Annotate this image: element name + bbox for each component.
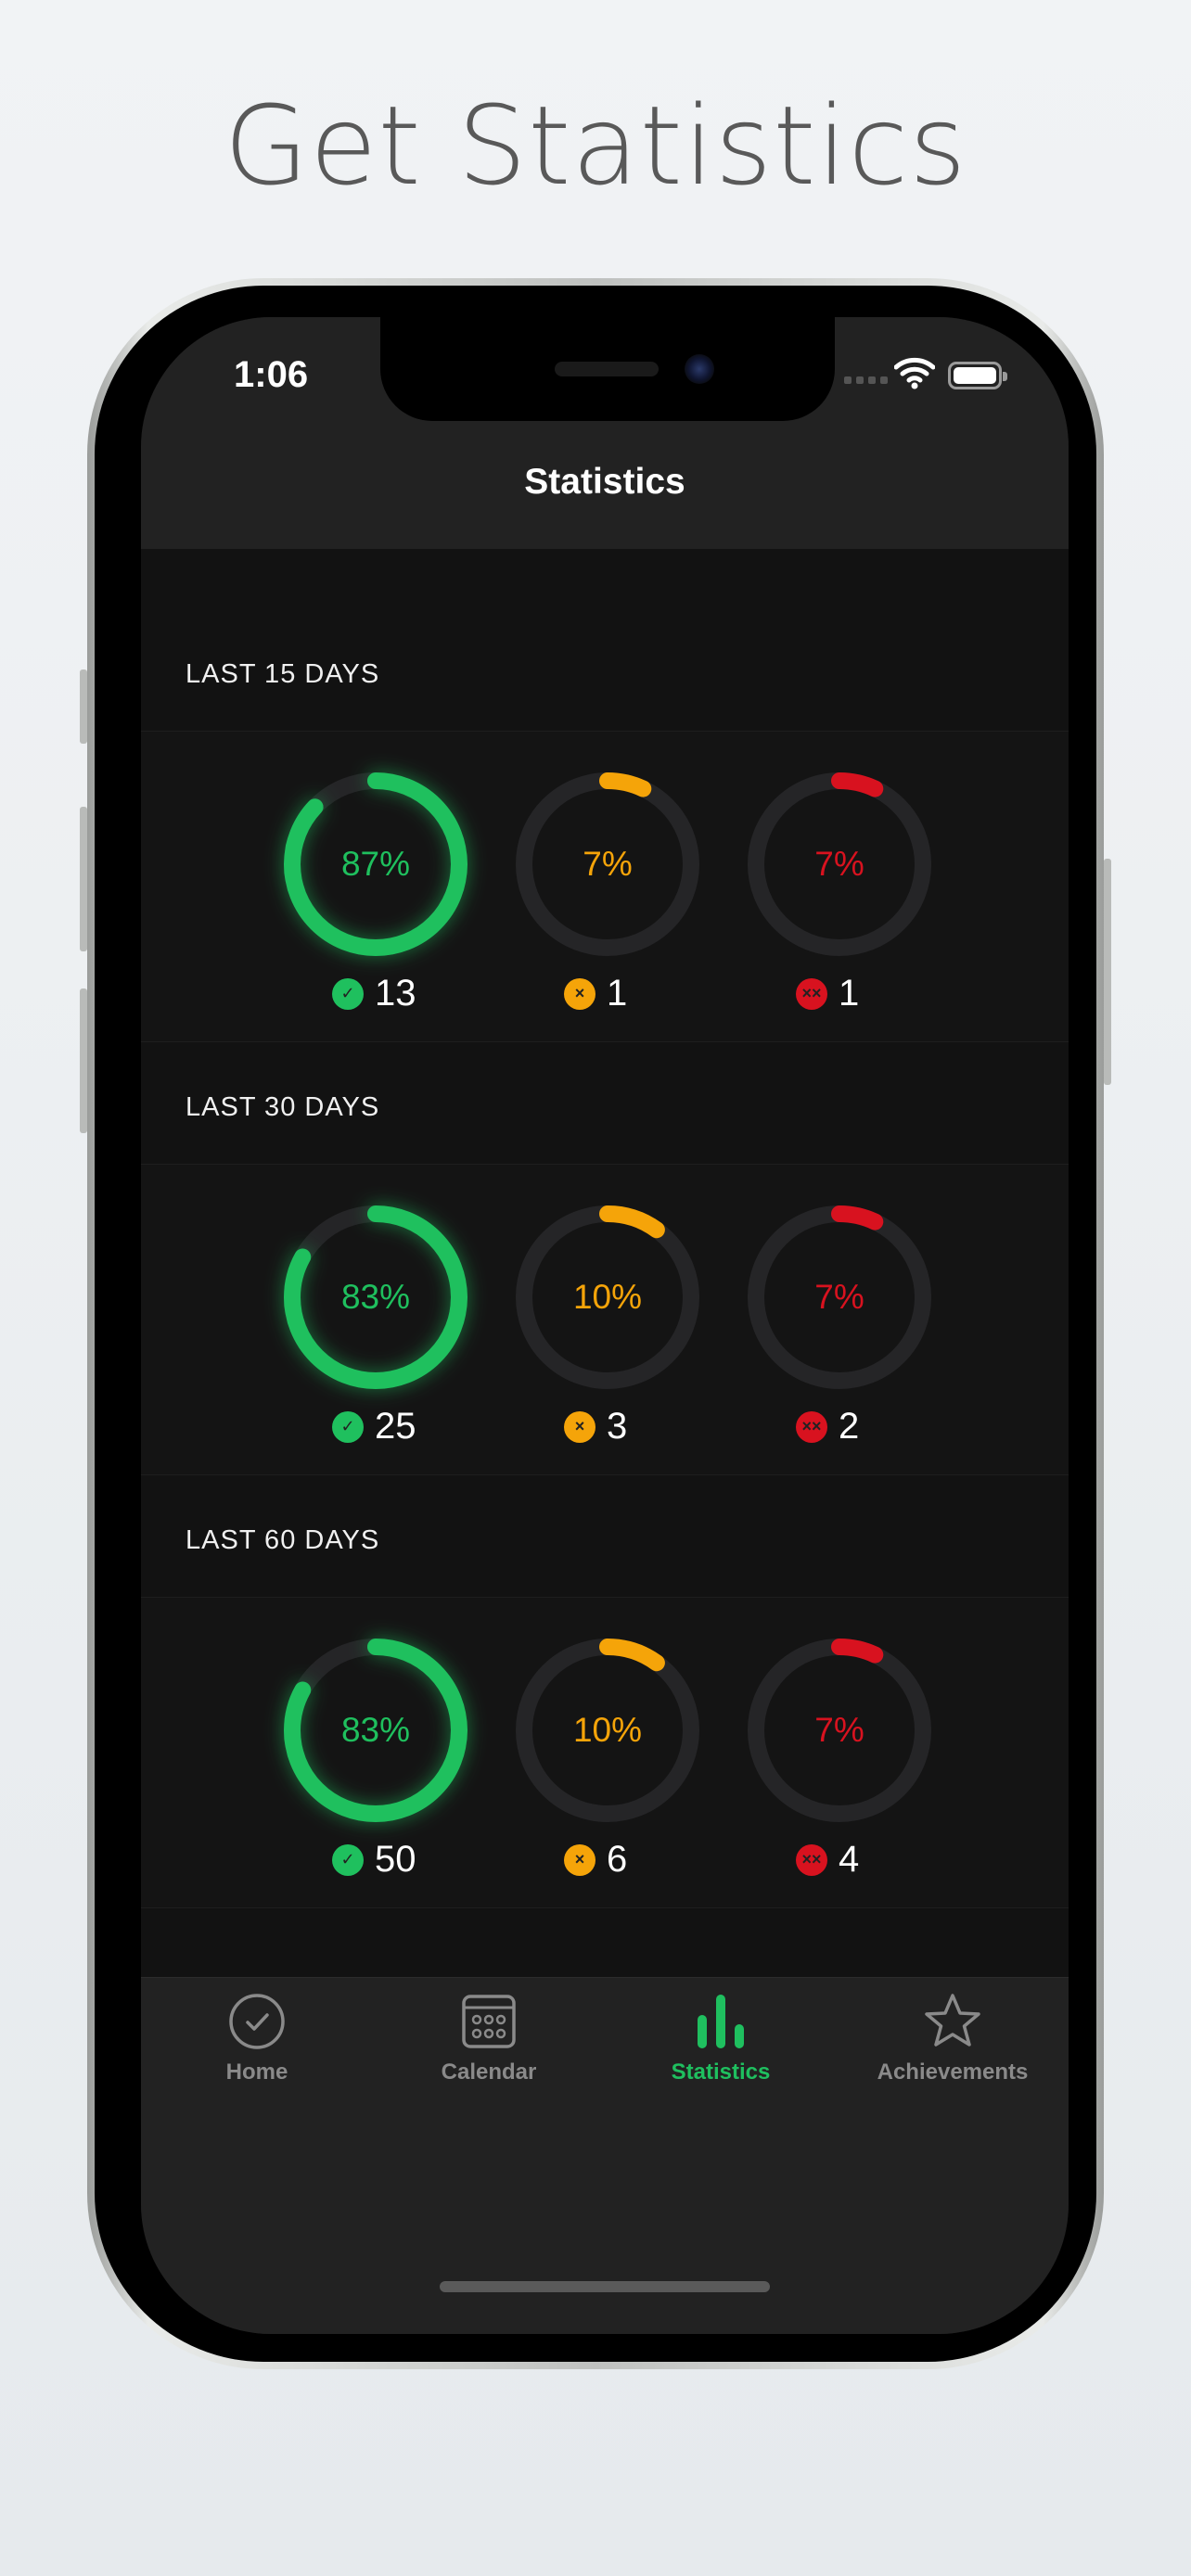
tab-statistics[interactable]: Statistics bbox=[605, 1991, 837, 2085]
skip-ring: 7% bbox=[510, 767, 705, 962]
skip-ring: 10% bbox=[510, 1200, 705, 1395]
bar-chart-icon bbox=[698, 1995, 744, 2048]
calendar-icon bbox=[462, 1995, 516, 2048]
fail-ring: 7% bbox=[742, 1633, 937, 1828]
status-time: 1:06 bbox=[234, 354, 309, 395]
count-value: 2 bbox=[839, 1406, 860, 1447]
success-count: ✓ 25 bbox=[332, 1406, 416, 1447]
percent-label: 7% bbox=[814, 1711, 864, 1749]
percent-label: 7% bbox=[814, 1278, 864, 1316]
notch bbox=[380, 317, 835, 421]
success-ring: 87% bbox=[278, 767, 473, 962]
section-card: 83% ✓ 25 10% × 3 7% ×× 2 bbox=[141, 1164, 1069, 1475]
cellular-signal-icon bbox=[844, 376, 888, 384]
navigation-bar: Statistics bbox=[141, 456, 1069, 549]
section-card: 83% ✓ 50 10% × 6 7% ×× 4 bbox=[141, 1597, 1069, 1908]
headline: Get Statistics bbox=[224, 82, 967, 210]
front-camera bbox=[685, 354, 714, 384]
percent-label: 7% bbox=[583, 845, 633, 883]
power-button bbox=[1104, 859, 1111, 1085]
skip-badge-icon: × bbox=[564, 1410, 596, 1443]
percent-label: 83% bbox=[340, 1711, 411, 1749]
star-icon bbox=[925, 1994, 980, 2047]
count-value: 1 bbox=[839, 973, 860, 1014]
silent-switch bbox=[80, 670, 87, 744]
section-label: LAST 30 DAYS bbox=[186, 1092, 380, 1122]
count-value: 4 bbox=[839, 1839, 860, 1880]
count-value: 1 bbox=[607, 973, 628, 1014]
skip-count: × 3 bbox=[564, 1406, 627, 1447]
tab-home[interactable]: Home bbox=[141, 1991, 373, 2085]
skip-count: × 6 bbox=[564, 1839, 627, 1881]
section-label: LAST 60 DAYS bbox=[186, 1525, 380, 1555]
percent-label: 10% bbox=[572, 1278, 643, 1316]
page-title: Statistics bbox=[524, 462, 685, 502]
phone-bezel: 1:06 Statistics LAST 15 DAYS 87% ✓ 13 7%… bbox=[95, 286, 1096, 2362]
skip-badge-icon: × bbox=[564, 1843, 596, 1876]
volume-up-button bbox=[80, 807, 87, 951]
fail-badge-icon: ×× bbox=[796, 1843, 827, 1876]
home-indicator[interactable] bbox=[440, 2281, 770, 2292]
success-badge-icon: ✓ bbox=[332, 977, 364, 1010]
fail-ring: 7% bbox=[742, 1200, 937, 1395]
tab-calendar[interactable]: Calendar bbox=[373, 1991, 605, 2085]
percent-label: 10% bbox=[572, 1711, 643, 1749]
fail-badge-icon: ×× bbox=[796, 977, 827, 1010]
percent-label: 7% bbox=[814, 845, 864, 883]
checkmark-circle-icon bbox=[229, 1994, 285, 2049]
success-count: ✓ 13 bbox=[332, 973, 416, 1014]
success-ring: 83% bbox=[278, 1633, 473, 1828]
fail-ring: 7% bbox=[742, 767, 937, 962]
count-value: 3 bbox=[607, 1406, 628, 1447]
count-value: 25 bbox=[375, 1406, 416, 1447]
count-value: 13 bbox=[375, 973, 416, 1014]
skip-badge-icon: × bbox=[564, 977, 596, 1010]
count-value: 6 bbox=[607, 1839, 628, 1880]
section-card: 87% ✓ 13 7% × 1 7% ×× 1 bbox=[141, 731, 1069, 1042]
success-badge-icon: ✓ bbox=[332, 1843, 364, 1876]
tab-label: Statistics bbox=[671, 2060, 771, 2085]
success-badge-icon: ✓ bbox=[332, 1410, 364, 1443]
fail-count: ×× 4 bbox=[796, 1839, 859, 1881]
phone-frame: 1:06 Statistics LAST 15 DAYS 87% ✓ 13 7%… bbox=[87, 278, 1104, 2369]
percent-label: 83% bbox=[340, 1278, 411, 1316]
speaker-grille bbox=[555, 362, 659, 376]
fail-count: ×× 1 bbox=[796, 973, 859, 1014]
success-ring: 83% bbox=[278, 1200, 473, 1395]
success-count: ✓ 50 bbox=[332, 1839, 416, 1881]
skip-count: × 1 bbox=[564, 973, 627, 1014]
percent-label: 87% bbox=[340, 845, 411, 883]
fail-badge-icon: ×× bbox=[796, 1410, 827, 1443]
battery-icon bbox=[948, 362, 1007, 389]
tab-label: Achievements bbox=[877, 2060, 1029, 2085]
section-label: LAST 15 DAYS bbox=[186, 659, 380, 689]
app-screen: 1:06 Statistics LAST 15 DAYS 87% ✓ 13 7%… bbox=[141, 317, 1069, 2334]
fail-count: ×× 2 bbox=[796, 1406, 859, 1447]
skip-ring: 10% bbox=[510, 1633, 705, 1828]
tab-achievements[interactable]: Achievements bbox=[837, 1991, 1069, 2085]
tab-label: Calendar bbox=[441, 2060, 537, 2085]
volume-down-button bbox=[80, 988, 87, 1133]
tab-label: Home bbox=[225, 2060, 288, 2085]
wifi-icon bbox=[894, 357, 935, 389]
count-value: 50 bbox=[375, 1839, 416, 1880]
